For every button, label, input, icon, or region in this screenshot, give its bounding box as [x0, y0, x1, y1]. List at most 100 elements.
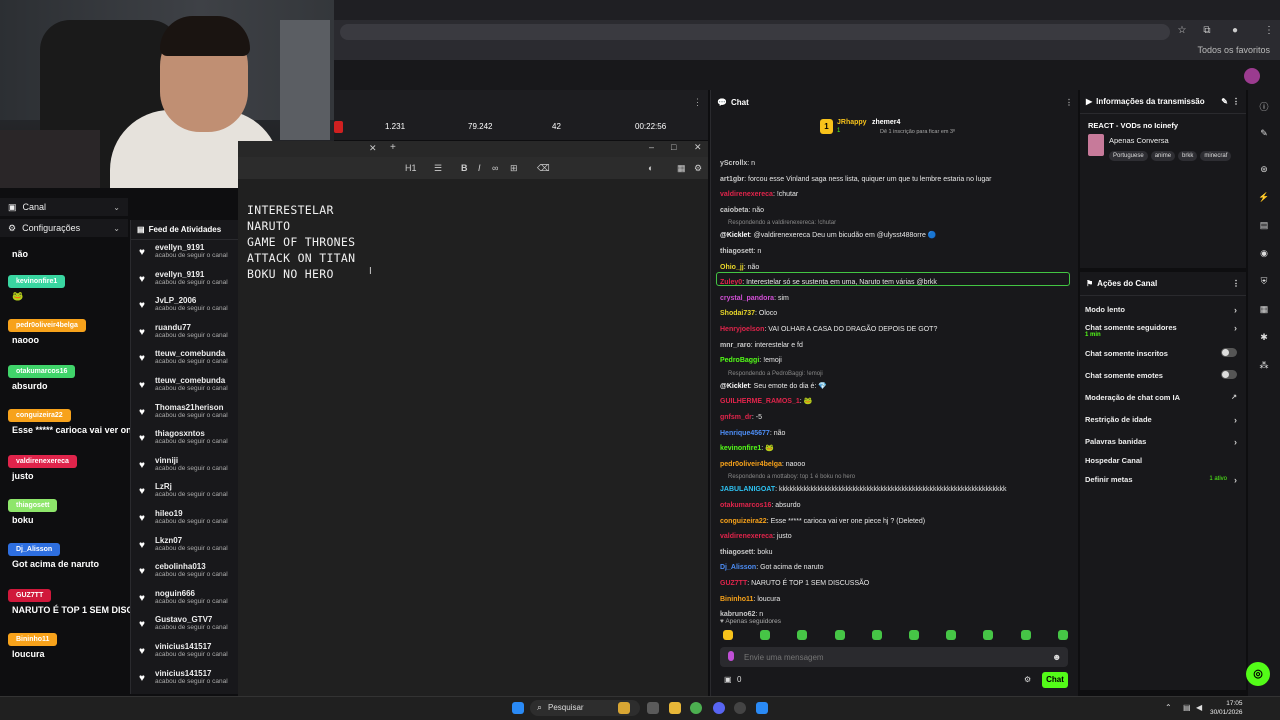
file-explorer-icon[interactable] [669, 702, 681, 714]
editor-content[interactable]: INTERESTELAR NARUTO GAME OF THRONES ATTA… [247, 202, 355, 282]
chat-message[interactable]: otakumarcos16: absurdo [720, 500, 801, 511]
chat-username[interactable]: gnfsm_dr [720, 414, 752, 421]
emote-icon[interactable] [909, 630, 919, 640]
chat-username[interactable]: caiobeta [720, 207, 748, 214]
url-field[interactable] [340, 24, 1170, 40]
emote-icon[interactable] [983, 630, 994, 640]
chat-username[interactable]: Dj_Alisson [720, 564, 756, 571]
heading-dropdown[interactable]: H1 [405, 163, 417, 173]
chat-message[interactable]: valdirenexereca: !chutar [720, 189, 798, 200]
toggle-switch[interactable] [1221, 348, 1237, 357]
chat-message[interactable]: conguizeira22: Esse ***** carioca vai ve… [720, 516, 925, 527]
feed-item[interactable]: ♥ hileo19 acabou de seguir o canal [131, 506, 238, 533]
chat-message[interactable]: Bininho11: loucura [720, 594, 780, 605]
stats-more-icon[interactable]: ⋮ [693, 97, 702, 108]
chat-username[interactable]: GUILHERME_RAMOS_1 [720, 398, 800, 405]
info-circle-icon[interactable]: ⓘ [1258, 100, 1270, 112]
all-bookmarks[interactable]: Todos os favoritos [1197, 45, 1270, 55]
chat-username[interactable]: mnr_raro [720, 342, 751, 349]
chat-username[interactable]: crystal_pandora [720, 295, 774, 302]
chat-username[interactable]: valdirenexereca [720, 191, 773, 198]
avatar[interactable] [1244, 68, 1260, 84]
emote-icon[interactable] [871, 630, 882, 640]
new-tab-icon[interactable]: + [390, 142, 396, 153]
chat-username[interactable]: Henrique45677 [720, 430, 770, 437]
feed-item[interactable]: ♥ tteuw_comebunda acabou de seguir o canal [131, 373, 238, 400]
menu-icon[interactable]: ⋮ [1264, 26, 1274, 36]
italic-icon[interactable]: I [478, 163, 481, 173]
emote-icon[interactable] [1020, 630, 1031, 640]
emote-icon[interactable] [946, 630, 957, 640]
feed-item[interactable]: ♥ Lkzn07 acabou de seguir o canal [131, 533, 238, 560]
wrench-icon[interactable]: ✱ [1258, 332, 1270, 344]
ai-icon[interactable]: ◐ [648, 163, 653, 173]
emote-icon[interactable] [723, 630, 733, 640]
chat-message[interactable]: kevinonfire1: 🐸 [720, 443, 774, 454]
chat-message[interactable]: GUILHERME_RAMOS_1: 🐸 [720, 396, 812, 407]
feed-item[interactable]: ♥ vinniji acabou de seguir o canal [131, 453, 238, 480]
channel-action-row[interactable]: Chat somente inscritos [1085, 348, 1241, 358]
table-icon[interactable]: ⊞ [510, 163, 518, 174]
obs-icon[interactable] [734, 702, 746, 714]
feed-item[interactable]: ♥ Thomas21herison acabou de seguir o canal [131, 400, 238, 427]
chat-message[interactable]: thiagosett: boku [720, 547, 773, 558]
chat-input[interactable] [720, 647, 1068, 667]
clear-format-icon[interactable]: ⌫ [537, 163, 550, 174]
chat-message[interactable]: valdirenexereca: justo [720, 531, 792, 542]
chat-username[interactable]: kevinonfire1 [720, 445, 761, 452]
channel-action-row[interactable]: Palavras banidas › [1085, 437, 1241, 447]
chat-bubble-icon[interactable]: ◉ [1258, 248, 1270, 260]
volume-icon[interactable]: ◀ [1196, 703, 1202, 712]
list-icon[interactable]: ☰ [434, 163, 442, 174]
chat-message[interactable]: @Kicklet: @valdirenexereca Deu um bicudã… [720, 230, 937, 241]
chat-username[interactable]: thiagosett [720, 248, 753, 255]
link-icon[interactable]: ∞ [492, 163, 498, 173]
emote-icon[interactable] [834, 630, 845, 640]
feed-item[interactable]: ♥ Gustavo_GTV7 acabou de seguir o canal [131, 612, 238, 639]
chat-username[interactable]: @Kicklet [720, 383, 750, 390]
feed-item[interactable]: ♥ LzRj acabou de seguir o canal [131, 479, 238, 506]
chat-message[interactable]: mnr_raro: interestelar e fd [720, 340, 803, 351]
feed-item[interactable]: ♥ JvLP_2006 acabou de seguir o canal [131, 293, 238, 320]
chat-username[interactable]: JABULANIGOAT [720, 486, 775, 493]
server-icon[interactable]: ▦ [1258, 304, 1270, 316]
chat-message[interactable]: @Kicklet: Seu emote do dia é: 💎 [720, 381, 827, 392]
widgets-icon[interactable] [618, 702, 630, 714]
channel-action-row[interactable]: Hospedar Canal [1085, 456, 1241, 465]
chat-username[interactable]: conguizeira22 [720, 518, 767, 525]
feed-item[interactable]: ♥ cebolinha013 acabou de seguir o canal [131, 559, 238, 586]
chat-message[interactable]: JABULANIGOAT: kkkkkkkkkkkkkkkkkkkkkkkkkk… [720, 484, 1006, 495]
feed-item[interactable]: ♥ evellyn_9191 acabou de seguir o canal [131, 240, 238, 267]
profile-icon[interactable]: ● [1230, 26, 1240, 36]
chat-message[interactable]: yScrollx: n [720, 158, 755, 169]
layout-icon[interactable]: ▦ [677, 163, 686, 174]
chat-more-icon[interactable]: ⋮ [1065, 98, 1073, 107]
feed-item[interactable]: ♥ tteuw_comebunda acabou de seguir o canal [131, 346, 238, 373]
chat-username[interactable]: pedr0oliveir4belga [720, 461, 782, 468]
chat-message[interactable]: Ohio_jj: não [720, 262, 759, 273]
chat-username[interactable]: art1gbr [720, 176, 744, 183]
mic-icon[interactable] [728, 651, 734, 661]
chat-message[interactable]: pedr0oliveir4belga: naooo [720, 459, 805, 470]
channel-action-row[interactable]: Chat somente seguidores 1 min › [1085, 323, 1241, 338]
windows-start-icon[interactable] [512, 702, 524, 714]
kick-chat-float-button[interactable]: ◎ [1246, 662, 1270, 686]
chat-username[interactable]: yScrollx [720, 160, 747, 167]
chat-username[interactable]: @Kicklet [720, 232, 750, 239]
channel-action-row[interactable]: Restrição de idade › [1085, 415, 1241, 425]
settings-icon[interactable]: ⚙ [694, 163, 702, 174]
tray-chevron-icon[interactable]: ⌃ [1165, 703, 1172, 712]
actions-more-icon[interactable]: ⋮ [1232, 279, 1240, 288]
discord-icon[interactable] [713, 702, 725, 714]
bolt-icon[interactable]: ⚡ [1258, 192, 1270, 204]
chat-username[interactable]: Shodai737 [720, 310, 755, 317]
chat-message[interactable]: Shodai737: Oloco [720, 308, 777, 319]
chat-settings-icon[interactable]: ⚙ [1024, 675, 1031, 684]
channel-action-row[interactable]: Modo lento › [1085, 305, 1241, 315]
emote-icon[interactable] [760, 630, 771, 640]
chat-message[interactable]: gnfsm_dr: -5 [720, 412, 762, 423]
target-icon[interactable]: ⊛ [1258, 164, 1270, 176]
chrome-icon[interactable] [690, 702, 702, 714]
chat-username[interactable]: Ohio_jj [720, 264, 744, 271]
minimize-icon[interactable]: – [649, 142, 654, 152]
